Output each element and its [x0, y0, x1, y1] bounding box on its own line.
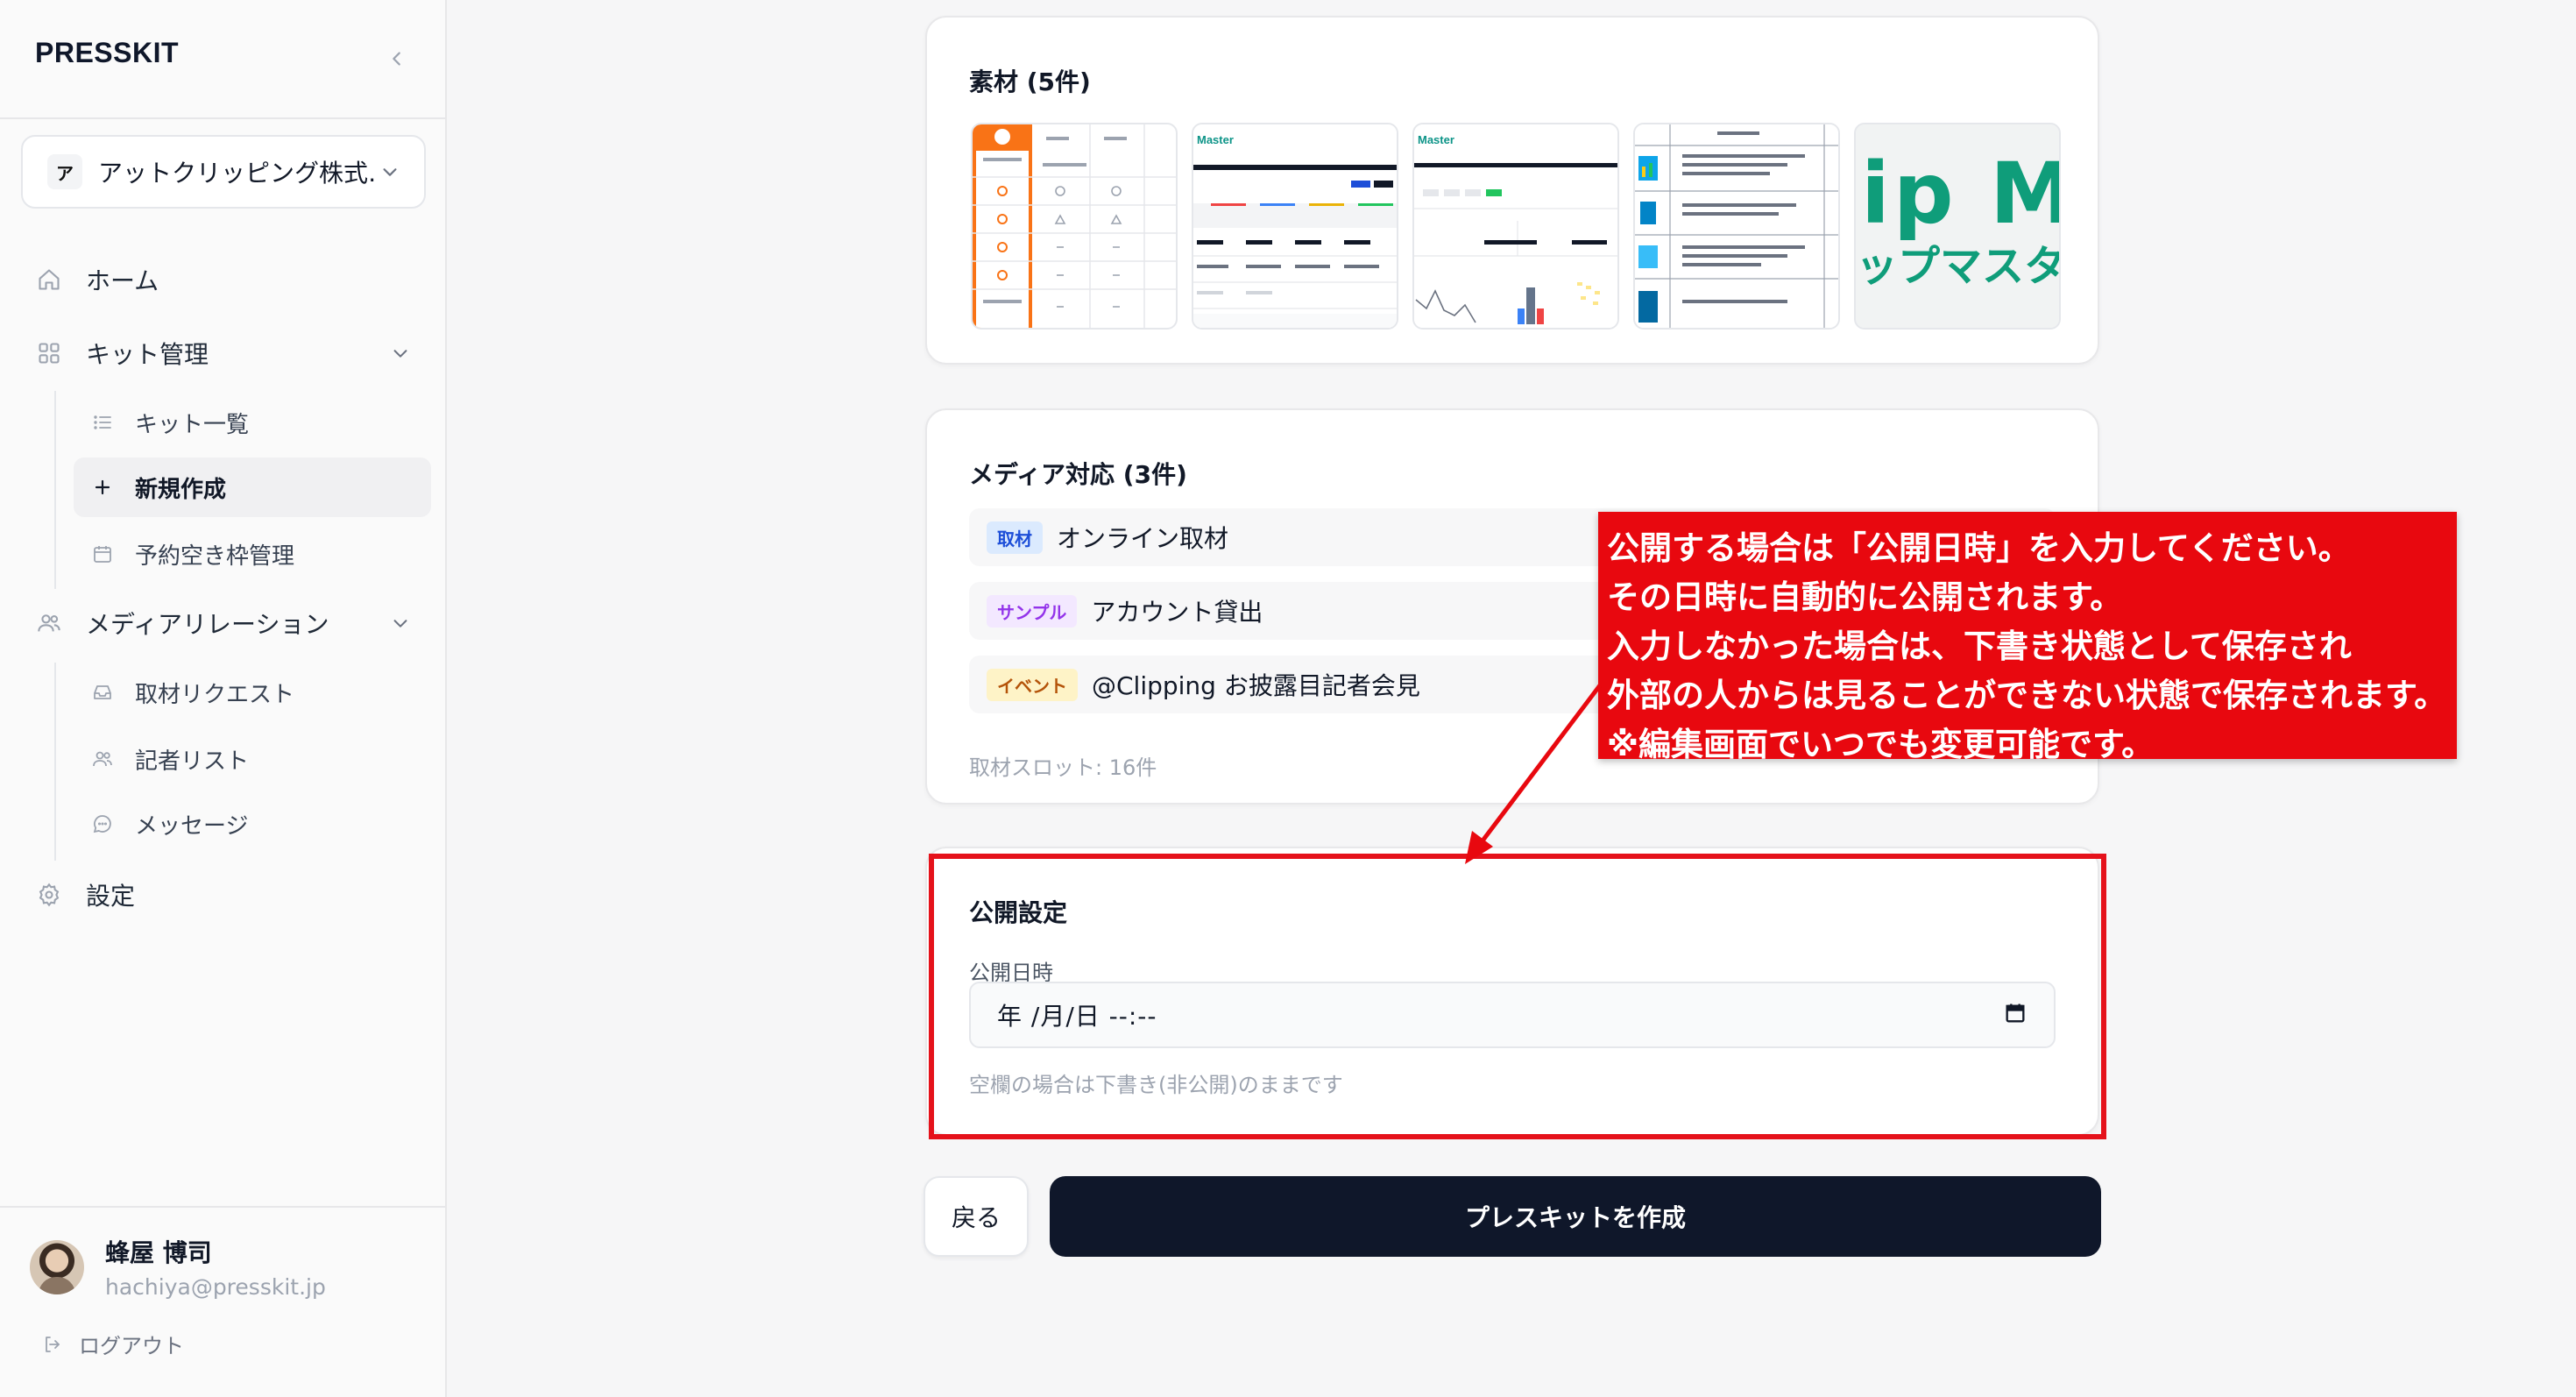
- callout-line: 公開する場合は「公開日時」を入力してください。: [1607, 529, 2351, 567]
- svg-text:ip M: ip M: [1861, 145, 2061, 243]
- svg-text:ップマスタ: ップマスタ: [1856, 242, 2061, 291]
- nav-media-relations[interactable]: メディアリレーション: [35, 605, 329, 642]
- sidebar-item-new-create[interactable]: 新規作成: [74, 457, 431, 517]
- chevron-left-icon: [393, 52, 400, 66]
- publish-settings-title: 公開設定: [969, 898, 1068, 927]
- calendar-icon: [89, 541, 116, 567]
- nav-settings-label: 設定: [86, 882, 136, 911]
- publish-datetime-value: 年 /月/日 --:--: [997, 1002, 1157, 1031]
- message-icon: [89, 811, 116, 837]
- org-name: アットクリッピング株式…: [98, 159, 377, 188]
- create-presskit-button[interactable]: プレスキットを作成: [1050, 1176, 2101, 1257]
- nav-home[interactable]: ホーム: [35, 261, 159, 298]
- grid-icon: [35, 339, 63, 367]
- materials-title: 素材 (5件): [969, 67, 1091, 96]
- back-button[interactable]: 戻る: [924, 1176, 1029, 1257]
- sidebar: PRESSKIT ア アットクリッピング株式… ホーム キット管理 キット一覧: [0, 0, 447, 1397]
- plus-icon: [89, 474, 116, 500]
- publish-datetime-input[interactable]: 年 /月/日 --:--: [969, 982, 2056, 1048]
- sidebar-item-label: キット一覧: [135, 411, 250, 438]
- callout-line: 入力しなかった場合は、下書き状態として保存され: [1607, 628, 2352, 665]
- sidebar-item-messages[interactable]: メッセージ: [74, 794, 431, 854]
- sidebar-item-label: 取材リクエスト: [135, 681, 295, 708]
- tree-line: [54, 391, 56, 589]
- org-avatar: ア: [47, 154, 82, 189]
- user-email: hachiya@presskit.jp: [105, 1274, 326, 1300]
- chevron-down-icon: [377, 159, 403, 185]
- sidebar-item-kit-list[interactable]: キット一覧: [74, 393, 431, 452]
- logout-button[interactable]: ログアウト: [40, 1329, 184, 1359]
- callout-line: 外部の人からは見ることができない状態で保存されます。: [1607, 677, 2447, 714]
- calendar-icon[interactable]: [2003, 1001, 2028, 1029]
- annotation-callout: 公開する場合は「公開日時」を入力してください。 その日時に自動的に公開されます。…: [1598, 512, 2457, 763]
- user-profile[interactable]: 蜂屋 博司 hachiya@presskit.jp: [30, 1234, 326, 1300]
- publish-settings-card: 公開設定 公開日時 年 /月/日 --:-- 空欄の場合は下書き(非公開)のまま…: [925, 847, 2099, 1136]
- sidebar-item-label: 予約空き枠管理: [135, 542, 295, 570]
- users-icon: [35, 609, 63, 637]
- logout-label: ログアウト: [79, 1334, 184, 1358]
- callout-line: ※編集画面でいつでも変更可能です。: [1607, 726, 2155, 763]
- sidebar-item-label: 新規作成: [135, 476, 227, 503]
- media-item-label: @Clipping お披露目記者会見: [1092, 671, 1420, 700]
- nav-kit-management[interactable]: キット管理: [35, 335, 209, 372]
- sidebar-divider: [0, 117, 447, 119]
- media-type-badge: サンプル: [987, 594, 1078, 628]
- nav-kit-management-label: キット管理: [86, 340, 209, 369]
- material-thumbnail[interactable]: Master: [1192, 123, 1398, 330]
- nav-media-relations-label: メディアリレーション: [86, 610, 329, 639]
- user-name: 蜂屋 博司: [105, 1238, 212, 1267]
- avatar: [30, 1239, 84, 1294]
- nav-home-label: ホーム: [86, 266, 159, 295]
- media-title: メディア対応 (3件): [969, 460, 1187, 489]
- chevron-down-icon[interactable]: [387, 340, 414, 366]
- tree-line: [54, 663, 56, 861]
- material-thumbnail[interactable]: Master: [1412, 123, 1619, 330]
- media-item-label: アカウント貸出: [1091, 598, 1263, 627]
- material-thumbnail[interactable]: ip M ップマスタ: [1854, 123, 2061, 330]
- material-thumbnail[interactable]: [1633, 123, 1840, 330]
- organization-select[interactable]: ア アットクリッピング株式…: [21, 135, 426, 209]
- nav-settings[interactable]: 設定: [35, 876, 135, 913]
- users-icon: [89, 746, 116, 772]
- sidebar-item-reporter-list[interactable]: 記者リスト: [74, 729, 431, 789]
- sidebar-item-label: 記者リスト: [135, 748, 250, 775]
- inbox-icon: [89, 679, 116, 706]
- media-item-label: オンライン取材: [1057, 524, 1229, 553]
- svg-text:Master: Master: [1418, 133, 1454, 146]
- sidebar-item-label: メッセージ: [135, 812, 249, 840]
- materials-thumbnails: Master Master ip M ップマスタ: [971, 123, 2061, 330]
- callout-line: その日時に自動的に公開されます。: [1607, 578, 2123, 616]
- sidebar-item-reservation-slots[interactable]: 予約空き枠管理: [74, 524, 431, 584]
- chevron-down-icon[interactable]: [387, 610, 414, 636]
- collapse-sidebar-button[interactable]: [382, 44, 412, 74]
- materials-card: 素材 (5件) Master Master ip M ップマスタ: [925, 16, 2099, 365]
- interview-slot-count: 取材スロット: 16件: [969, 755, 1157, 780]
- home-icon: [35, 266, 63, 294]
- media-type-badge: 取材: [987, 521, 1043, 554]
- logout-icon: [40, 1332, 65, 1357]
- publish-hint: 空欄の場合は下書き(非公開)のままです: [969, 1073, 1343, 1097]
- media-type-badge: イベント: [987, 668, 1078, 701]
- brand-logo: PRESSKIT: [35, 37, 180, 68]
- material-thumbnail[interactable]: [971, 123, 1178, 330]
- gear-icon: [35, 881, 63, 909]
- sidebar-item-interview-requests[interactable]: 取材リクエスト: [74, 663, 431, 722]
- list-icon: [89, 409, 116, 436]
- sidebar-divider: [0, 1206, 447, 1208]
- svg-text:Master: Master: [1197, 133, 1234, 146]
